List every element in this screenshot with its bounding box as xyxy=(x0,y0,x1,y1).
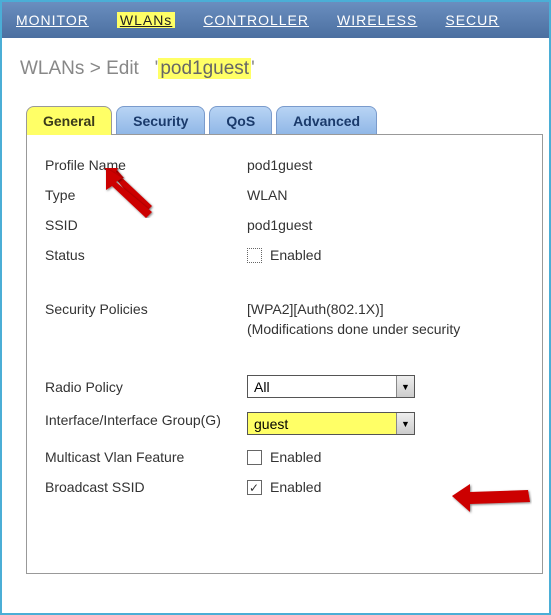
security-policies-label: Security Policies xyxy=(45,301,247,317)
multicast-enabled-label: Enabled xyxy=(270,449,321,465)
profile-name-label: Profile Name xyxy=(45,157,247,173)
nav-wlans[interactable]: WLANs xyxy=(117,12,175,28)
type-label: Type xyxy=(45,187,247,203)
security-policies-value: [WPA2][Auth(802.1X)] xyxy=(247,301,460,317)
profile-name-value: pod1guest xyxy=(247,157,312,173)
breadcrumb-root[interactable]: WLANs xyxy=(20,58,84,79)
interface-group-select[interactable]: guest ▼ xyxy=(247,412,415,435)
nav-monitor[interactable]: MONITOR xyxy=(16,12,89,28)
top-nav: MONITOR WLANs CONTROLLER WIRELESS SECUR xyxy=(2,2,549,38)
nav-security[interactable]: SECUR xyxy=(445,12,499,28)
breadcrumb-quote-r: ' xyxy=(251,58,255,79)
multicast-checkbox[interactable] xyxy=(247,450,262,465)
interface-group-label: Interface/Interface Group(G) xyxy=(45,412,247,429)
type-value: WLAN xyxy=(247,187,287,203)
breadcrumb-action: Edit xyxy=(106,58,139,79)
ssid-label: SSID xyxy=(45,217,247,233)
broadcast-checkbox[interactable] xyxy=(247,480,262,495)
tab-general[interactable]: General xyxy=(26,106,112,135)
interface-group-value: guest xyxy=(254,416,288,432)
tab-qos[interactable]: QoS xyxy=(209,106,272,135)
chevron-down-icon: ▼ xyxy=(396,376,414,397)
radio-policy-select[interactable]: All ▼ xyxy=(247,375,415,398)
tab-advanced[interactable]: Advanced xyxy=(276,106,377,135)
broadcast-label: Broadcast SSID xyxy=(45,479,247,495)
ssid-value: pod1guest xyxy=(247,217,312,233)
broadcast-enabled-label: Enabled xyxy=(270,479,321,495)
tabs: General Security QoS Advanced xyxy=(26,106,549,135)
status-checkbox[interactable] xyxy=(247,248,262,263)
breadcrumb-sep: > xyxy=(90,58,101,79)
panel-general: Profile Name pod1guest Type WLAN SSID po… xyxy=(26,134,543,574)
chevron-down-icon: ▼ xyxy=(396,413,414,434)
nav-controller[interactable]: CONTROLLER xyxy=(203,12,309,28)
status-label: Status xyxy=(45,247,247,263)
tab-security[interactable]: Security xyxy=(116,106,205,135)
nav-wireless[interactable]: WIRELESS xyxy=(337,12,417,28)
multicast-label: Multicast Vlan Feature xyxy=(45,449,247,465)
radio-policy-value: All xyxy=(254,379,270,395)
status-enabled-label: Enabled xyxy=(270,247,321,263)
breadcrumb: WLANs > Edit 'pod1guest' xyxy=(2,38,549,88)
radio-policy-label: Radio Policy xyxy=(45,379,247,395)
security-policies-note: (Modifications done under security xyxy=(247,321,460,337)
breadcrumb-name: pod1guest xyxy=(158,58,251,79)
